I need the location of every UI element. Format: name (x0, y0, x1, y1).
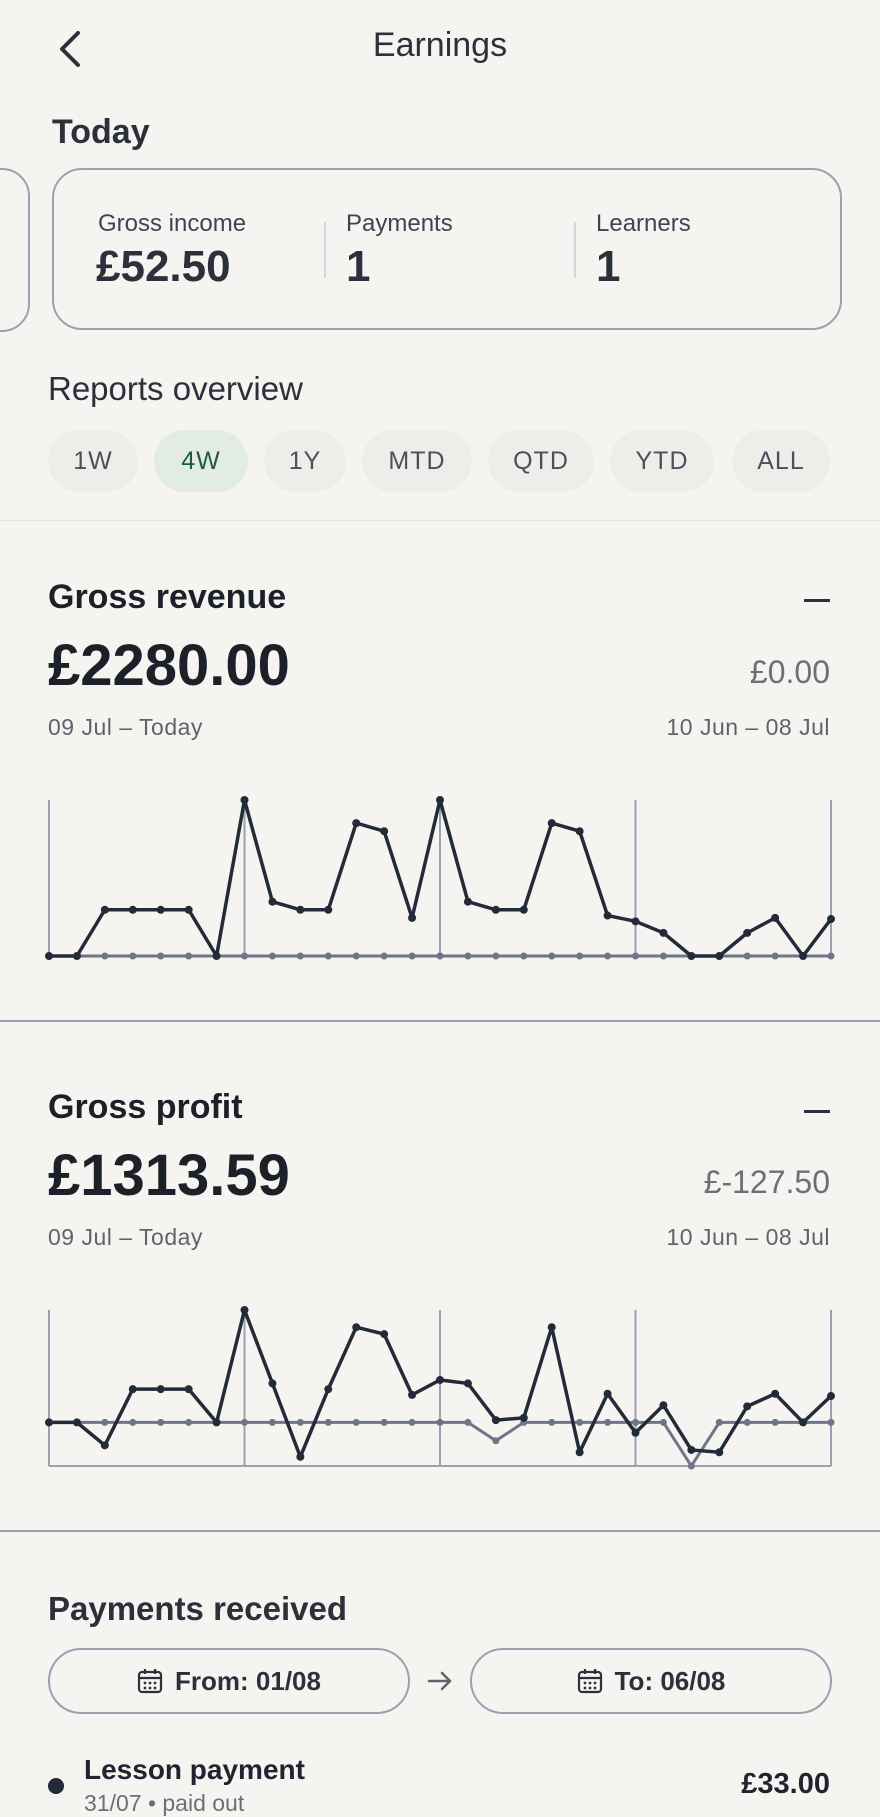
payment-list-item[interactable]: Lesson payment 31/07 • paid out £33.00 (0, 1748, 880, 1816)
current-period-point (184, 1385, 193, 1394)
previous-period-point (576, 1418, 584, 1426)
previous-period-point (296, 1418, 304, 1426)
current-period-point (771, 1389, 780, 1398)
previous-period-point (632, 1418, 639, 1426)
previous-period-point (157, 1418, 165, 1426)
current-period-point (45, 1418, 53, 1427)
current-period-point (212, 1418, 221, 1427)
gross-profit-chart[interactable] (0, 0, 880, 1812)
current-period-point (715, 1448, 724, 1457)
current-period-point (743, 1402, 752, 1411)
current-period-point (603, 1389, 612, 1398)
current-period-point (296, 1452, 305, 1461)
previous-period-point (771, 1418, 779, 1426)
current-period-point (799, 1418, 808, 1427)
payments-received-heading: Payments received (48, 1590, 348, 1627)
current-period-point (659, 1401, 668, 1410)
previous-period-point (464, 1418, 472, 1426)
current-period-point (156, 1385, 165, 1394)
to-date-button[interactable]: To: 06/08 (470, 1648, 832, 1714)
status-dot (48, 1778, 64, 1794)
current-period-point (827, 1392, 835, 1401)
payment-title: Lesson payment (84, 1754, 305, 1785)
current-period-point (380, 1330, 389, 1339)
previous-period-point (659, 1418, 667, 1426)
previous-period-point (185, 1418, 193, 1426)
current-period-point (519, 1413, 528, 1422)
current-period-point (324, 1385, 333, 1394)
previous-period-point (492, 1437, 500, 1445)
previous-period-point (101, 1418, 109, 1426)
previous-period-point (129, 1418, 137, 1426)
current-period-point (240, 1306, 249, 1314)
current-period-point (408, 1390, 417, 1399)
arrow-right-icon (426, 1668, 454, 1699)
previous-period-point (268, 1418, 276, 1426)
current-period-point (72, 1418, 81, 1427)
from-date-button[interactable]: From: 01/08 (48, 1648, 410, 1714)
current-period-point (575, 1448, 584, 1457)
from-date-label: From: 01/08 (175, 1665, 321, 1696)
previous-period-point (352, 1418, 360, 1426)
previous-period-point (827, 1418, 835, 1426)
previous-period-point (380, 1418, 388, 1426)
current-period-point (268, 1379, 277, 1388)
previous-period-point (436, 1418, 444, 1426)
current-period-point (491, 1416, 500, 1425)
payment-amount: £33.00 (741, 1768, 830, 1800)
previous-period-point (548, 1418, 556, 1426)
previous-period-point (715, 1418, 723, 1426)
previous-period-point (743, 1418, 751, 1426)
previous-period-point (241, 1418, 248, 1426)
calendar-icon (137, 1669, 163, 1694)
previous-period-point (408, 1418, 416, 1426)
current-period-point (547, 1323, 556, 1332)
to-date-label: To: 06/08 (614, 1665, 726, 1696)
current-period-point (631, 1428, 640, 1437)
current-period-point (687, 1445, 696, 1454)
current-period-point (100, 1441, 109, 1450)
previous-period-point (604, 1418, 612, 1426)
current-period-point (463, 1379, 472, 1388)
payment-subtitle: 31/07 • paid out (84, 1790, 245, 1816)
current-period-point (436, 1375, 444, 1384)
section-divider (0, 1530, 880, 1532)
calendar-icon (577, 1669, 602, 1694)
current-period-point (352, 1323, 361, 1332)
previous-period-point (687, 1462, 695, 1470)
previous-period-point (324, 1418, 332, 1426)
current-period-point (128, 1385, 137, 1394)
